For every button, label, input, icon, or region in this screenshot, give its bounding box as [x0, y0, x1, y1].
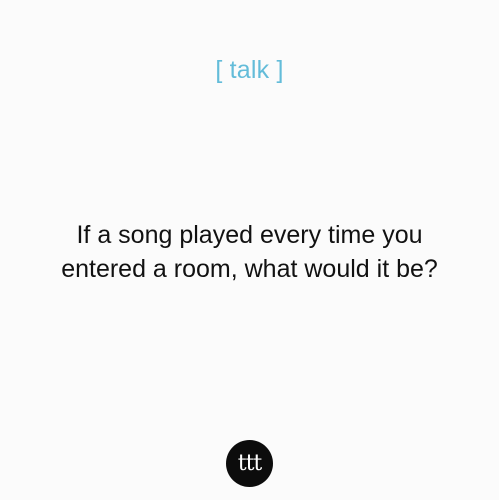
category-label: [ talk ] [215, 56, 284, 84]
question-line-1: If a song played every time you [76, 221, 423, 249]
question-text: If a song played every time you entered … [0, 218, 499, 286]
brand-logo: ttt [226, 440, 273, 487]
question-line-2: entered a room, what would it be? [61, 255, 438, 283]
logo-text: ttt [237, 450, 263, 476]
